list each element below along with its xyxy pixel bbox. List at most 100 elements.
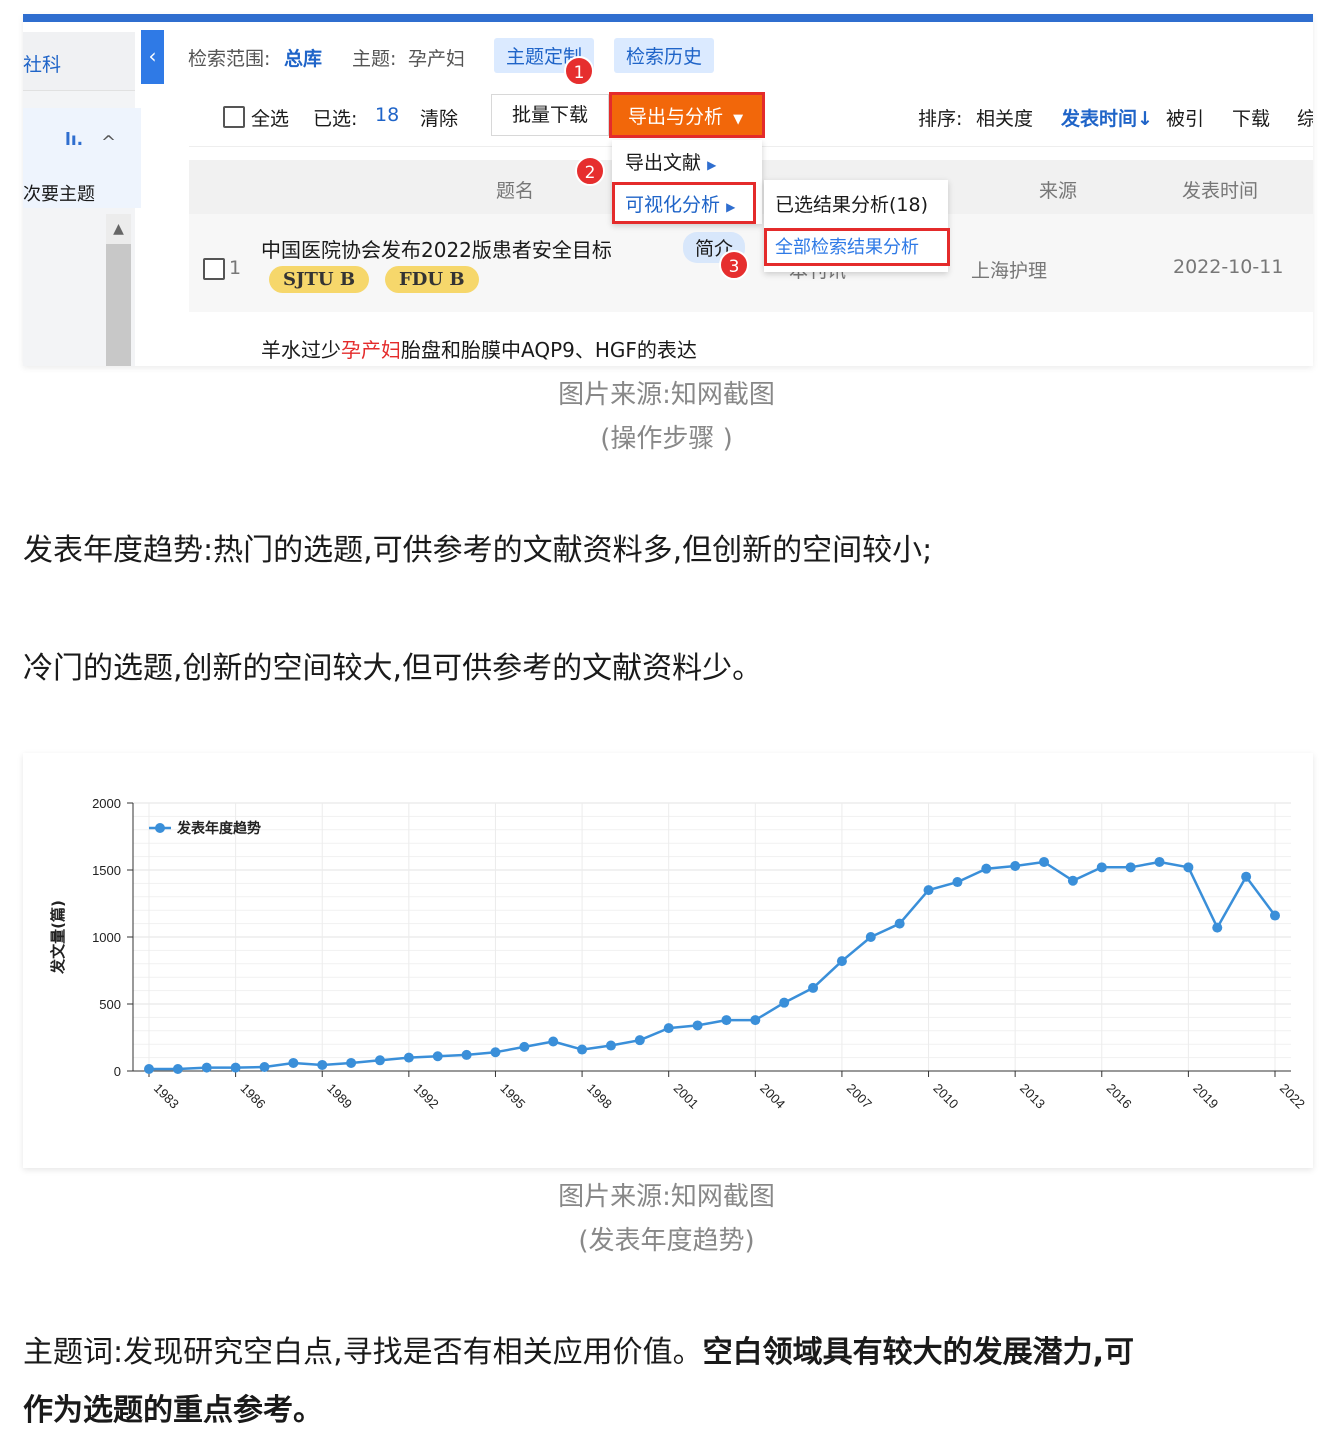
- menu-visual-analysis-label: 可视化分析: [625, 194, 721, 216]
- data-point: [346, 1057, 357, 1068]
- col-pubtime[interactable]: 发表时间: [1182, 176, 1258, 203]
- x-tick-label: 2007: [844, 1081, 875, 1112]
- arrow-down-icon: ↓: [1137, 108, 1153, 130]
- scroll-up-icon[interactable]: ▲: [106, 214, 131, 244]
- row-checkbox[interactable]: [203, 258, 225, 280]
- submenu-all-analysis[interactable]: 全部检索结果分析: [775, 233, 919, 259]
- data-point: [230, 1062, 241, 1073]
- subject-label: 主题:: [352, 48, 397, 70]
- scrollbar-thumb[interactable]: [106, 244, 131, 366]
- data-point: [1039, 856, 1050, 867]
- row-source[interactable]: 上海护理: [971, 256, 1047, 283]
- data-point: [865, 932, 876, 942]
- data-point: [1183, 862, 1194, 873]
- x-tick-label: 2004: [757, 1081, 788, 1112]
- data-point: [288, 1057, 299, 1068]
- x-tick-label: 2016: [1104, 1081, 1135, 1112]
- export-analysis-button[interactable]: 导出与分析 ▼: [609, 92, 765, 138]
- selected-label: 已选:: [313, 108, 358, 130]
- data-point: [1125, 862, 1136, 873]
- subject-value: 孕产妇: [408, 48, 466, 70]
- trend-chart-screenshot: 0 500 1000 1500 2000 1983 1986 1989 1992 1995 1998…: [23, 753, 1313, 1168]
- table-row: [189, 214, 1313, 312]
- caption1-line1: 图片来源:知网截图: [558, 380, 775, 410]
- cnki-screenshot: 社科 ‹ lı. ^ 次要主题 ▲ 检索范围: 总库 主题: 孕产妇 主题定制 …: [23, 14, 1313, 366]
- left-category-label[interactable]: 社科: [23, 50, 61, 77]
- data-point: [663, 1023, 674, 1034]
- legend-marker: [155, 823, 165, 833]
- x-tick-label: 2022: [1277, 1081, 1308, 1112]
- data-point: [1270, 910, 1280, 921]
- collapse-panel-button[interactable]: ‹: [141, 30, 164, 84]
- search-history-button[interactable]: 检索历史: [614, 38, 715, 73]
- data-point: [605, 1040, 616, 1051]
- sort-relevance[interactable]: 相关度: [976, 104, 1033, 131]
- row2-title-pre: 羊水过少: [261, 338, 341, 362]
- clear-selection-link[interactable]: 清除: [420, 104, 458, 131]
- data-point: [634, 1035, 645, 1046]
- row2-title-link[interactable]: 羊水过少孕产妇胎盘和胎膜中AQP9、HGF的表达: [261, 334, 697, 363]
- sort-pubtime[interactable]: 发表时间↓: [1061, 104, 1153, 131]
- data-point: [981, 863, 992, 874]
- menu-export-docs[interactable]: 导出文献 ▶: [625, 148, 716, 175]
- y-axis-label: 发文量(篇): [49, 900, 67, 975]
- data-point: [1096, 862, 1107, 873]
- data-point: [461, 1049, 472, 1060]
- row2-title-post: 胎盘和胎膜中AQP9、HGF的表达: [401, 338, 697, 362]
- data-point: [490, 1047, 501, 1058]
- data-point: [692, 1020, 703, 1031]
- sort-label: 排序:: [918, 108, 963, 130]
- caret-up-icon[interactable]: ^: [101, 132, 116, 153]
- batch-download-button[interactable]: 批量下载: [491, 94, 609, 136]
- paragraph-keywords-normal: 主题词:发现研究空白点,寻找是否有相关应用价值。: [23, 1335, 703, 1370]
- selected-count: 18: [375, 104, 400, 126]
- col-source[interactable]: 来源: [1039, 176, 1077, 203]
- y-tick-label: 2000: [92, 796, 121, 811]
- menu-export-docs-label: 导出文献: [625, 152, 702, 174]
- row-index: 1: [229, 257, 242, 279]
- data-point: [894, 918, 905, 929]
- row-date: 2022-10-11: [1173, 256, 1284, 278]
- caption1-line2: (操作步骤 ): [600, 424, 733, 454]
- trend-line-chart: 0 500 1000 1500 2000 1983 1986 1989 1992 1995 1998…: [49, 796, 1308, 1112]
- bar-chart-icon[interactable]: lı.: [65, 130, 83, 150]
- caret-right-icon: ▶: [726, 200, 736, 214]
- y-tick-label: 1500: [92, 863, 121, 878]
- col-title: 题名: [496, 180, 535, 202]
- data-point: [1212, 922, 1223, 933]
- select-all-label[interactable]: 全选: [251, 104, 289, 131]
- sort-more[interactable]: 综: [1297, 104, 1313, 131]
- row-title-link[interactable]: 中国医院协会发布2022版患者安全目标: [261, 234, 612, 263]
- series-line: [149, 860, 1277, 1071]
- data-point: [403, 1052, 414, 1063]
- submenu-selected-analysis[interactable]: 已选结果分析(18): [775, 190, 928, 217]
- fdu-tag: FDU B: [385, 266, 479, 293]
- paragraph-keywords-bold-2: 作为选题的重点参考。: [23, 1393, 323, 1428]
- y-tick-label: 500: [99, 997, 121, 1012]
- data-point: [201, 1062, 212, 1073]
- chevron-down-icon: ▼: [733, 112, 744, 127]
- data-point: [808, 982, 819, 993]
- export-analysis-label: 导出与分析: [628, 106, 724, 128]
- x-tick-label: 1989: [324, 1081, 355, 1112]
- data-point: [779, 997, 790, 1008]
- x-tick-label: 1995: [497, 1081, 528, 1112]
- x-tick-label: 2001: [671, 1081, 702, 1112]
- annotation-badge-1: 1: [564, 56, 594, 86]
- data-point: [1010, 860, 1021, 871]
- paragraph-keywords: 主题词:发现研究空白点,寻找是否有相关应用价值。空白领域具有较大的发展潜力,可: [23, 1327, 1134, 1371]
- paragraph-trend: 发表年度趋势:热门的选题,可供参考的文献资料多,但创新的空间较小;: [23, 533, 933, 568]
- menu-visual-analysis[interactable]: 可视化分析 ▶: [625, 190, 735, 217]
- paragraph-cold-topic: 冷门的选题,创新的空间较大,但可供参考的文献资料少。: [23, 651, 763, 686]
- left-subject-label[interactable]: 次要主题: [23, 180, 95, 206]
- select-all-checkbox[interactable]: [223, 106, 245, 128]
- data-point: [923, 885, 934, 896]
- sort-download[interactable]: 下载: [1232, 104, 1270, 131]
- data-point: [317, 1059, 328, 1070]
- data-point: [432, 1051, 443, 1062]
- caret-right-icon: ▶: [707, 158, 717, 172]
- data-point: [172, 1063, 183, 1074]
- data-point: [721, 1015, 732, 1026]
- search-scope-value[interactable]: 总库: [284, 44, 322, 71]
- sort-cited[interactable]: 被引: [1166, 104, 1204, 131]
